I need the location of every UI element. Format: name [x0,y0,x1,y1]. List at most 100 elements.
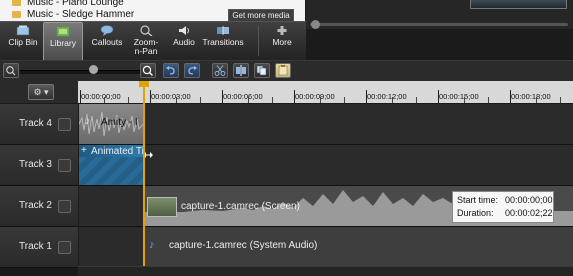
clip-bin-label: Clip Bin [8,37,38,47]
split-button[interactable] [233,63,249,78]
audio-label: Audio [173,37,195,47]
track-header-2[interactable]: Track 2 [0,186,78,227]
preview-thumbnail [470,0,567,9]
clip-bin-icon [16,25,30,36]
ruler-label: 00:00:15;00 [439,92,479,101]
ruler-minor-tick [248,97,249,103]
clip-label: Amity - I [101,117,138,128]
copy-button[interactable] [254,63,270,78]
scissors-icon [214,65,226,76]
clip-thumbnail-strip [79,157,143,185]
clip-music-icon: ♪ [85,116,90,127]
ruler-minor-tick [536,97,537,103]
split-icon [236,65,246,76]
ruler-label: 00:00:18;00 [511,92,551,101]
music-clip[interactable]: ♪ Amity - I [79,104,143,144]
track-name: Track 4 [19,118,52,129]
playhead-handle[interactable] [139,81,149,87]
more-icon [277,26,287,35]
ruler-minor-tick [320,97,321,103]
paste-icon [278,65,288,76]
track-row-3[interactable]: + Animated Ti [79,145,573,186]
library-label: Library [50,38,76,48]
get-more-media-button[interactable]: Get more media [228,9,294,21]
ruler-minor-tick [344,97,345,103]
toolbar-divider [258,26,259,56]
duration-value: 00:00:02;22 [505,208,553,218]
title-clip[interactable]: + Animated Ti [79,145,144,185]
track-header-3[interactable]: Track 3 [0,145,78,186]
track-header-4[interactable]: Track 4 [0,104,78,145]
preview-scrubber-handle[interactable] [311,20,320,29]
zoom-slider-handle[interactable] [89,65,98,74]
ruler-minor-tick [488,97,489,103]
paste-button[interactable] [275,63,291,78]
folder-icon [12,0,21,6]
undo-icon [166,66,175,75]
callouts-label: Callouts [91,37,123,47]
track-lock-button[interactable] [58,200,71,213]
clip-bin-button[interactable]: Clip Bin [4,22,42,60]
zoom-n-pan-label: Zoom-n-Pan [133,37,159,56]
ruler-minor-tick [200,97,201,103]
ruler-label: 00:00:09;00 [295,92,335,101]
clip-expand-icon: + [81,145,87,156]
ruler-label: 00:00:12;00 [367,92,407,101]
folder-icon [12,10,21,18]
ruler-label: 00:00:06;00 [223,92,263,101]
copy-icon [256,65,267,76]
track-lock-button[interactable] [58,241,71,254]
audio-button[interactable]: Audio [168,22,200,60]
transitions-icon [217,26,229,35]
ruler-label: 00:00:03;00 [151,92,191,101]
track-header-1[interactable]: Track 1 [0,227,78,268]
ruler-minor-tick [128,97,129,103]
track-name: Track 1 [19,241,52,252]
clip-thumbnail [147,197,177,217]
redo-button[interactable] [184,63,200,78]
zoom-slider[interactable] [20,70,140,74]
callouts-icon [100,25,114,36]
cut-button[interactable] [212,63,228,78]
more-button[interactable]: More [266,22,298,60]
start-time-value: 00:00:00;00 [505,195,553,205]
transitions-button[interactable]: Transitions [201,22,245,60]
task-toolbar: Clip Bin Library Callouts Zoom-n-Pan Aud… [0,21,306,62]
library-panel: Music - Piano Lounge Music - Sledge Hamm… [0,0,305,21]
gear-icon: ⚙ ▾ [33,87,49,97]
callouts-button[interactable]: Callouts [88,22,126,60]
track-row-1[interactable]: ♪ capture-1.camrec (System Audio) [79,227,573,267]
timeline-ruler[interactable]: 00:00:00;00 00:00:03;00 00:00:06;00 00:0… [78,81,573,103]
ruler-minor-tick [392,97,393,103]
library-icon [56,26,70,37]
zoom-in-icon [142,65,153,76]
music-note-icon: ♪ [149,239,155,251]
track-row-4[interactable]: ♪ Amity - I [79,104,573,145]
clip-label: capture-1.camrec (Screen) [181,201,300,212]
clip-info-tooltip: Start time: 00:00:00;00 Duration: 00:00:02… [452,191,554,223]
zoom-in-button[interactable] [140,63,156,78]
track-lock-button[interactable] [58,159,71,172]
clip-label: Animated Ti [91,146,144,157]
playhead[interactable] [143,81,145,275]
library-item[interactable]: Music - Sledge Hammer [12,10,134,20]
ruler-minor-tick [272,97,273,103]
zoom-n-pan-button[interactable]: Zoom-n-Pan [128,22,164,60]
zoom-out-button[interactable] [3,63,19,78]
ruler-minor-tick [104,97,105,103]
duration-label: Duration: [457,208,494,218]
preview-scrubber[interactable] [310,23,568,26]
system-audio-clip[interactable]: ♪ capture-1.camrec (System Audio) [143,227,573,266]
track-name: Track 2 [19,200,52,211]
ruler-minor-tick [416,97,417,103]
clip-label: capture-1.camrec (System Audio) [169,240,318,251]
undo-button[interactable] [163,63,179,78]
track-settings-button[interactable]: ⚙ ▾ [28,84,54,100]
track-lock-button[interactable] [58,118,71,131]
more-label: More [272,37,292,47]
ruler-minor-tick [176,97,177,103]
track-name: Track 3 [19,159,52,170]
library-item[interactable]: Music - Piano Lounge [12,0,124,8]
library-button[interactable]: Library [43,22,83,62]
audio-icon [179,26,189,35]
